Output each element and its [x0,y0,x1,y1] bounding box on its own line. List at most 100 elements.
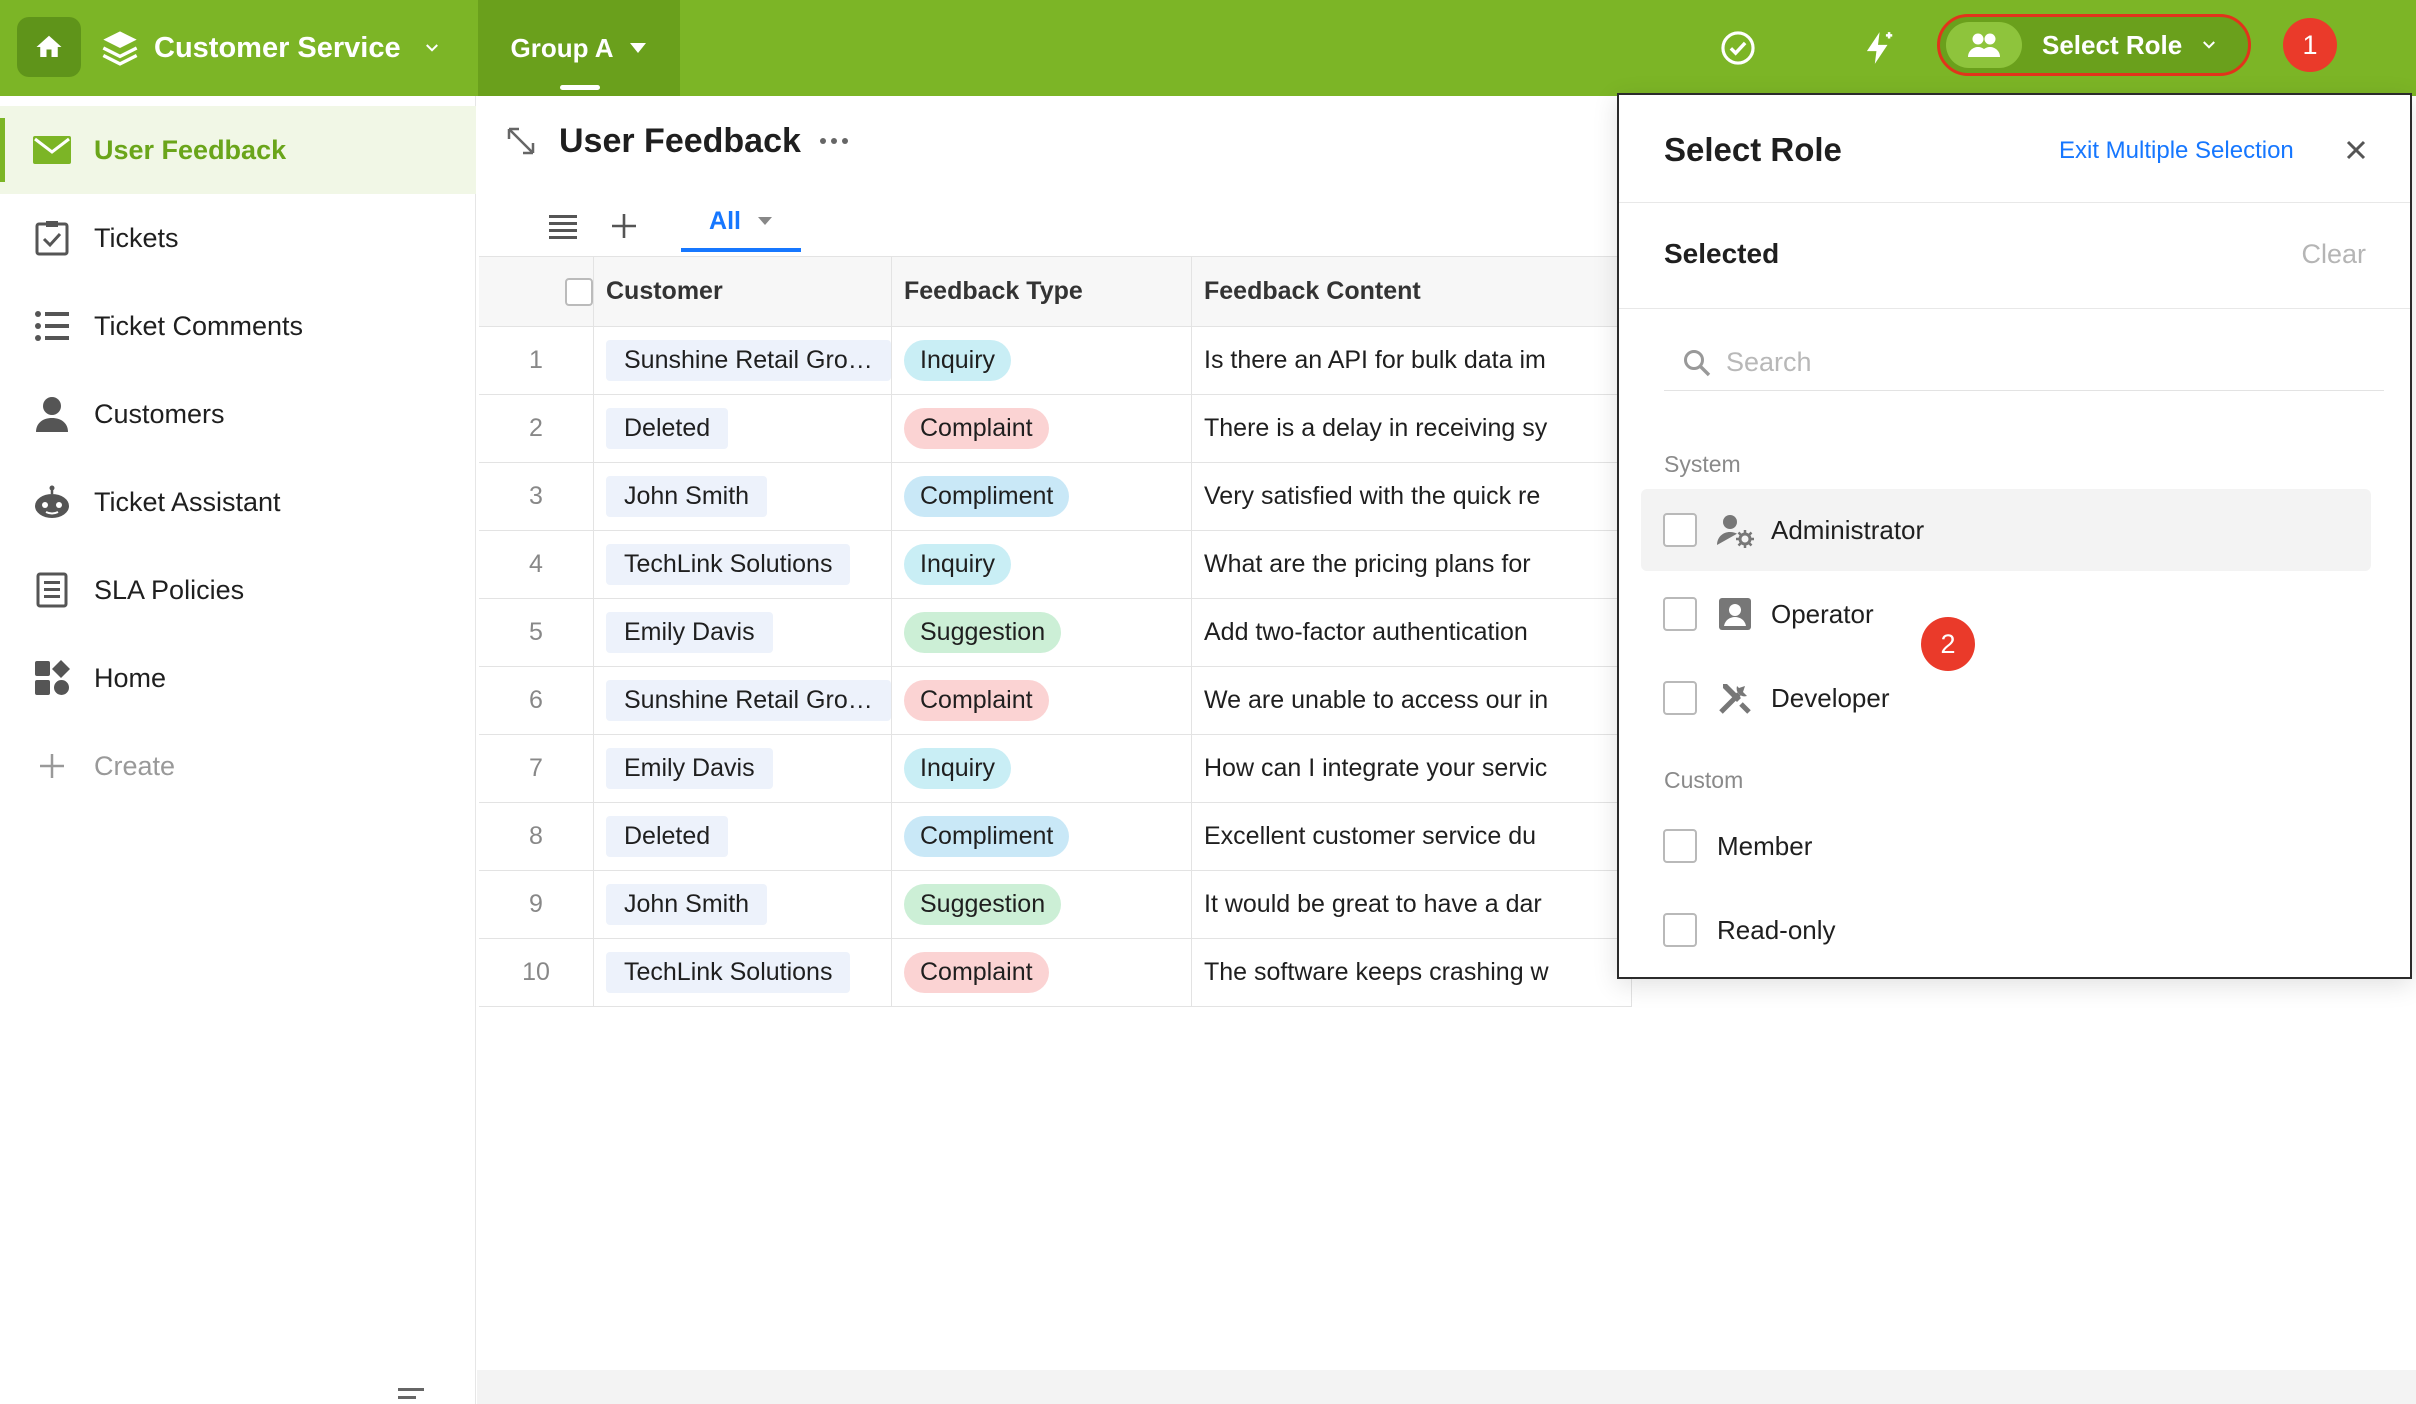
table-row[interactable]: 9 John Smith Suggestion It would be great t… [479,870,1632,939]
customer-cell[interactable]: Emily Davis [593,734,892,803]
customer-tag[interactable]: TechLink Solutions [606,952,851,993]
sidebar-item-user-feedback[interactable]: User Feedback [0,106,476,194]
feedback-content-cell[interactable]: Excellent customer service du [1191,802,1632,871]
role-item-developer[interactable]: Developer [1641,657,2371,739]
search-icon [1684,349,1711,376]
role-item-read-only[interactable]: Read-only [1641,889,2371,971]
table-row[interactable]: 8 Deleted Compliment Excellent customer ser… [479,802,1632,871]
feedback-type-cell[interactable]: Suggestion [891,870,1192,939]
feedback-type-cell[interactable]: Suggestion [891,598,1192,667]
sidebar-item-customers[interactable]: Customers [0,370,476,458]
feedback-content-cell[interactable]: Add two-factor authentication [1191,598,1632,667]
feedback-type-cell[interactable]: Complaint [891,666,1192,735]
table-row[interactable]: 1 Sunshine Retail Gro… Inquiry Is there an … [479,326,1632,395]
customer-cell[interactable]: Emily Davis [593,598,892,667]
select-all-checkbox[interactable] [565,278,593,307]
feedback-content-cell[interactable]: There is a delay in receiving sy [1191,394,1632,463]
more-options-icon[interactable] [819,136,849,146]
feedback-type-cell[interactable]: Compliment [891,802,1192,871]
table-row[interactable]: 3 John Smith Compliment Very satisfied with… [479,462,1632,531]
column-header-feedback-content[interactable]: Feedback Content [1191,256,1632,327]
role-search [1664,335,2384,391]
table-row[interactable]: 7 Emily Davis Inquiry How can I integrate y… [479,734,1632,803]
group-tab[interactable]: Group A [478,0,680,96]
role-item-member[interactable]: Member [1641,805,2371,887]
role-item-administrator[interactable]: Administrator [1641,489,2371,571]
customer-cell[interactable]: Deleted [593,394,892,463]
table-row[interactable]: 4 TechLink Solutions Inquiry What are the p… [479,530,1632,599]
customer-cell[interactable]: John Smith [593,870,892,939]
feedback-content-cell[interactable]: Is there an API for bulk data im [1191,326,1632,395]
table-row[interactable]: 6 Sunshine Retail Gro… Complaint We are una… [479,666,1632,735]
home-button[interactable] [17,17,81,77]
customer-tag[interactable]: Deleted [606,816,729,857]
checkbox[interactable] [1663,597,1697,631]
tab-all[interactable]: All [681,194,801,252]
expand-icon[interactable] [505,125,537,157]
collapse-sidebar-button[interactable] [396,1386,432,1404]
feedback-content-cell[interactable]: What are the pricing plans for [1191,530,1632,599]
select-all-header[interactable] [479,256,594,327]
customer-tag[interactable]: Emily Davis [606,748,773,789]
feedback-content-cell[interactable]: Very satisfied with the quick re [1191,462,1632,531]
feedback-type-cell[interactable]: Complaint [891,394,1192,463]
feedback-type-cell[interactable]: Inquiry [891,326,1192,395]
add-view-icon[interactable] [609,211,639,241]
feedback-type-cell[interactable]: Inquiry [891,530,1192,599]
sidebar-create-button[interactable]: Create [0,722,476,810]
exit-multiple-selection-link[interactable]: Exit Multiple Selection [2059,137,2294,165]
checkbox[interactable] [1663,513,1697,547]
table-row[interactable]: 5 Emily Davis Suggestion Add two-factor aut… [479,598,1632,667]
feedback-type-tag: Inquiry [904,544,1012,585]
plus-icon [30,744,74,788]
dashboard-icon [30,656,74,700]
sidebar-item-tickets[interactable]: Tickets [0,194,476,282]
customer-cell[interactable]: Deleted [593,802,892,871]
app-logo-icon [102,31,138,66]
task-check-button[interactable] [1716,26,1760,70]
feedback-content-cell[interactable]: How can I integrate your servic [1191,734,1632,803]
sidebar-item-home[interactable]: Home [0,634,476,722]
close-panel-button[interactable] [2339,133,2373,167]
customer-cell[interactable]: Sunshine Retail Gro… [593,326,892,395]
customer-tag[interactable]: Emily Davis [606,612,773,653]
checkbox[interactable] [1663,681,1697,715]
checkbox[interactable] [1663,829,1697,863]
select-role-button[interactable]: Select Role [1937,14,2251,76]
top-bar: Customer Service Group A Select Role 1 [0,0,2416,96]
views-list-icon[interactable] [547,213,579,239]
customer-cell[interactable]: TechLink Solutions [593,938,892,1007]
section-label-system: System [1664,451,1741,477]
customer-tag[interactable]: John Smith [606,476,768,517]
feedback-type-cell[interactable]: Inquiry [891,734,1192,803]
table-row[interactable]: 2 Deleted Complaint There is a delay in rec… [479,394,1632,463]
checkbox[interactable] [1663,913,1697,947]
sidebar-item-ticket-comments[interactable]: Ticket Comments [0,282,476,370]
table-row[interactable]: 10 TechLink Solutions Complaint The softwar… [479,938,1632,1007]
search-input[interactable] [1726,347,2326,378]
customer-tag[interactable]: TechLink Solutions [606,544,851,585]
automation-button[interactable] [1856,26,1900,70]
role-label: Member [1717,830,1813,861]
selected-row: Selected Clear [1619,203,2410,309]
customer-tag[interactable]: Deleted [606,408,729,449]
role-item-operator[interactable]: Operator [1641,573,2371,655]
clear-button[interactable]: Clear [2301,239,2366,270]
customer-cell[interactable]: TechLink Solutions [593,530,892,599]
page-title: User Feedback [559,121,801,160]
customer-tag[interactable]: John Smith [606,884,768,925]
sidebar-item-ticket-assistant[interactable]: Ticket Assistant [0,458,476,546]
customer-tag[interactable]: Sunshine Retail Gro… [606,340,891,381]
column-header-feedback-type[interactable]: Feedback Type [891,256,1192,327]
feedback-type-cell[interactable]: Compliment [891,462,1192,531]
feedback-content-cell[interactable]: We are unable to access our in [1191,666,1632,735]
sidebar-item-sla-policies[interactable]: SLA Policies [0,546,476,634]
column-header-customer[interactable]: Customer [593,256,892,327]
customer-tag[interactable]: Sunshine Retail Gro… [606,680,891,721]
feedback-content-cell[interactable]: It would be great to have a dar [1191,870,1632,939]
customer-cell[interactable]: John Smith [593,462,892,531]
feedback-type-cell[interactable]: Complaint [891,938,1192,1007]
customer-cell[interactable]: Sunshine Retail Gro… [593,666,892,735]
feedback-content-cell[interactable]: The software keeps crashing w [1191,938,1632,1007]
app-switcher[interactable]: Customer Service [100,20,441,76]
